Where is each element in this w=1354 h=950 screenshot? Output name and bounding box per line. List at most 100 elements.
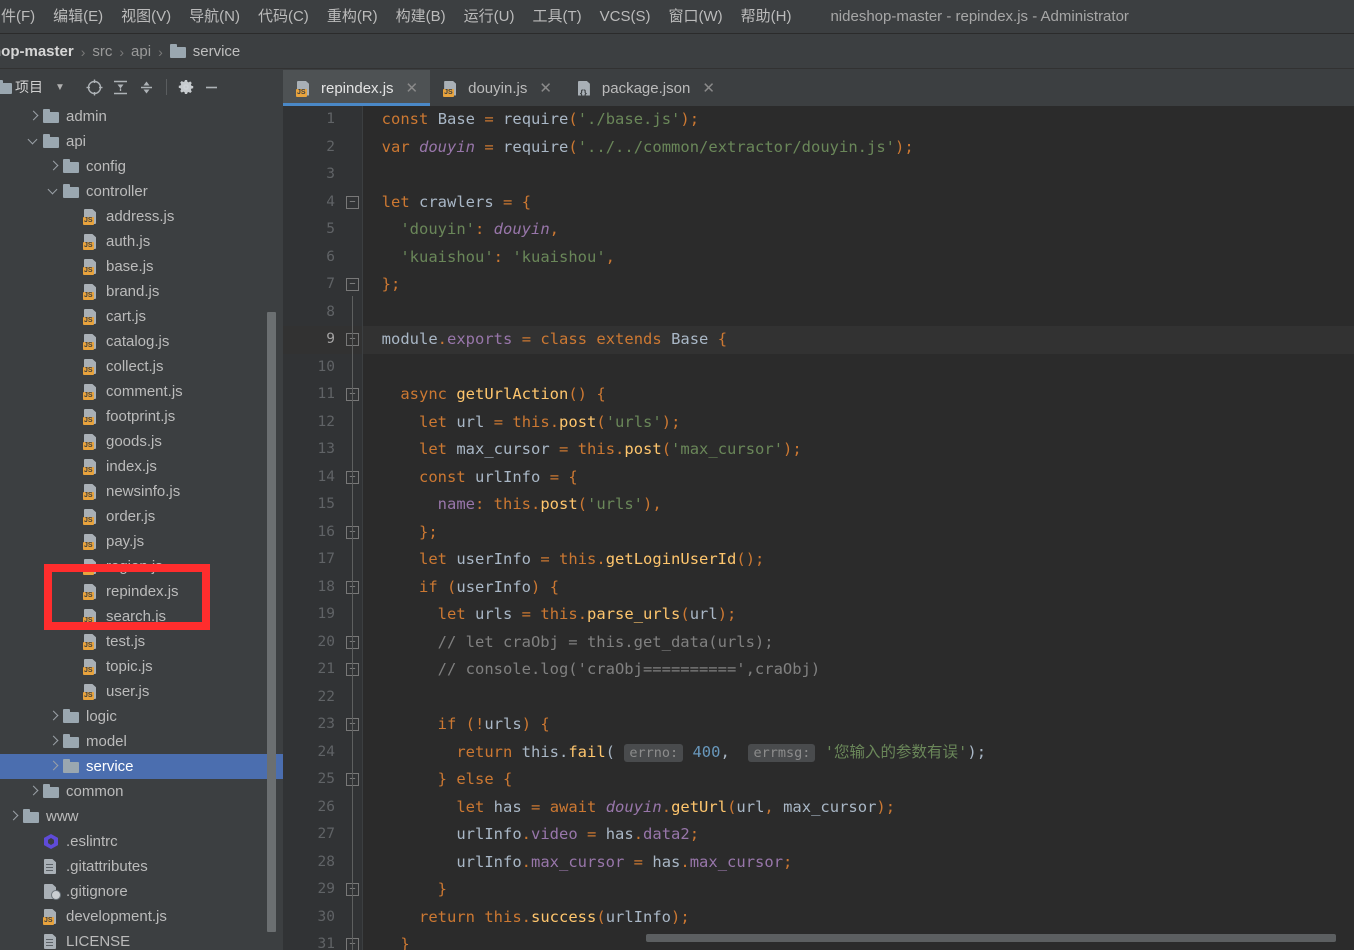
code-line[interactable]: return this.success(urlInfo);	[363, 904, 1354, 932]
tree-item-footprint-js[interactable]: footprint.js	[0, 404, 283, 429]
gutter-line[interactable]: 26	[283, 794, 363, 822]
chevron-right-icon[interactable]	[48, 711, 59, 722]
gutter-line[interactable]: 12	[283, 409, 363, 437]
project-scrollbar-track[interactable]	[266, 208, 277, 950]
tree-item-catalog-js[interactable]: catalog.js	[0, 329, 283, 354]
gutter-line[interactable]: 20−	[283, 629, 363, 657]
tree-item-auth-js[interactable]: auth.js	[0, 229, 283, 254]
breadcrumb-item-api[interactable]: api	[131, 43, 151, 60]
menu-item-run[interactable]: 运行(U)	[455, 0, 524, 34]
collapse-all-icon[interactable]	[135, 75, 159, 99]
code-fold-toggle-icon[interactable]: −	[346, 278, 359, 291]
gutter-line[interactable]: 25−	[283, 766, 363, 794]
breadcrumb-item-service[interactable]: service	[169, 43, 240, 60]
gutter-line[interactable]: 29−	[283, 876, 363, 904]
gutter-line[interactable]: 16−	[283, 519, 363, 547]
breadcrumb-root[interactable]: hop-master	[0, 43, 74, 60]
editor-horizontal-scrollbar[interactable]	[646, 934, 1336, 942]
tree-item-base-js[interactable]: base.js	[0, 254, 283, 279]
tree-item-service[interactable]: service	[0, 754, 283, 779]
code-line[interactable]: let urls = this.parse_urls(url);	[363, 601, 1354, 629]
menu-item-file[interactable]: 件(F)	[0, 0, 44, 34]
close-icon[interactable]: ✕	[406, 79, 419, 97]
gutter-line[interactable]: 23−	[283, 711, 363, 739]
code-line[interactable]: const Base = require('./base.js');	[363, 106, 1354, 134]
gutter-line[interactable]: 5	[283, 216, 363, 244]
chevron-down-icon[interactable]	[48, 186, 59, 197]
project-tree[interactable]: admin api config controller address.js auth.j…	[0, 104, 283, 950]
code-line[interactable]: } else {	[363, 766, 1354, 794]
code-line[interactable]: const urlInfo = {	[363, 464, 1354, 492]
tree-item-api[interactable]: api	[0, 129, 283, 154]
tree-item-controller[interactable]: controller	[0, 179, 283, 204]
menu-item-build[interactable]: 构建(B)	[387, 0, 455, 34]
tree-item-config[interactable]: config	[0, 154, 283, 179]
code-line[interactable]: let crawlers = {	[363, 189, 1354, 217]
tree-item-goods-js[interactable]: goods.js	[0, 429, 283, 454]
tree-item-region-js[interactable]: region.js	[0, 554, 283, 579]
breadcrumb-item-src[interactable]: src	[92, 43, 112, 60]
code-line[interactable]	[363, 354, 1354, 382]
code-line[interactable]: // console.log('craObj==========',craObj…	[363, 656, 1354, 684]
gutter-line[interactable]: 4−	[283, 189, 363, 217]
tree-item-development-js[interactable]: development.js	[0, 904, 283, 929]
menu-item-tools[interactable]: 工具(T)	[523, 0, 590, 34]
tree-item-comment-js[interactable]: comment.js	[0, 379, 283, 404]
tree-item-repindex-js[interactable]: repindex.js	[0, 579, 283, 604]
gutter-line[interactable]: 8	[283, 299, 363, 327]
code-line[interactable]	[363, 299, 1354, 327]
gutter-line[interactable]: 9−	[283, 326, 363, 354]
code-line[interactable]: if (userInfo) {	[363, 574, 1354, 602]
gutter-line[interactable]: 15	[283, 491, 363, 519]
gutter-line[interactable]: 18−	[283, 574, 363, 602]
project-scrollbar-thumb[interactable]	[267, 312, 276, 932]
tree-item-newsinfo-js[interactable]: newsinfo.js	[0, 479, 283, 504]
code-line[interactable]: var douyin = require('../../common/extra…	[363, 134, 1354, 162]
tree-item-cart-js[interactable]: cart.js	[0, 304, 283, 329]
tree-item-topic-js[interactable]: topic.js	[0, 654, 283, 679]
menu-item-code[interactable]: 代码(C)	[249, 0, 318, 34]
code-line[interactable]: urlInfo.max_cursor = has.max_cursor;	[363, 849, 1354, 877]
code-line[interactable]: name: this.post('urls'),	[363, 491, 1354, 519]
code-line[interactable]: };	[363, 271, 1354, 299]
code-editor[interactable]: 1234−567−89−1011−121314−1516−1718−1920−2…	[283, 106, 1354, 950]
gutter-line[interactable]: 19	[283, 601, 363, 629]
gutter-line[interactable]: 11−	[283, 381, 363, 409]
menu-item-refactor[interactable]: 重构(R)	[318, 0, 387, 34]
menu-item-help[interactable]: 帮助(H)	[732, 0, 801, 34]
tree-item-LICENSE[interactable]: LICENSE	[0, 929, 283, 950]
chevron-right-icon[interactable]	[8, 811, 19, 822]
code-line[interactable]: let has = await douyin.getUrl(url, max_c…	[363, 794, 1354, 822]
tree-item-user-js[interactable]: user.js	[0, 679, 283, 704]
chevron-right-icon[interactable]	[48, 161, 59, 172]
menu-item-vcs[interactable]: VCS(S)	[591, 0, 660, 34]
close-icon[interactable]: ✕	[702, 79, 715, 97]
menu-item-window[interactable]: 窗口(W)	[659, 0, 731, 34]
code-line[interactable]: let url = this.post('urls');	[363, 409, 1354, 437]
tab-douyin-js[interactable]: douyin.js ✕	[430, 70, 564, 106]
gutter-line[interactable]: 30	[283, 904, 363, 932]
gutter-line[interactable]: 14−	[283, 464, 363, 492]
code-content[interactable]: const Base = require('./base.js'); var d…	[363, 106, 1354, 950]
code-line[interactable]: };	[363, 519, 1354, 547]
code-line[interactable]: if (!urls) {	[363, 711, 1354, 739]
code-line[interactable]	[363, 161, 1354, 189]
code-line[interactable]	[363, 684, 1354, 712]
tab-repindex-js[interactable]: repindex.js ✕	[283, 70, 431, 106]
tree-item--gitignore[interactable]: .gitignore	[0, 879, 283, 904]
gutter-line[interactable]: 13	[283, 436, 363, 464]
tree-item-logic[interactable]: logic	[0, 704, 283, 729]
gutter-line[interactable]: 31−	[283, 931, 363, 950]
code-line[interactable]: }	[363, 876, 1354, 904]
menu-item-navigate[interactable]: 导航(N)	[180, 0, 249, 34]
code-line[interactable]: let max_cursor = this.post('max_cursor')…	[363, 436, 1354, 464]
code-fold-toggle-icon[interactable]: −	[346, 195, 359, 209]
tree-item-collect-js[interactable]: collect.js	[0, 354, 283, 379]
code-line[interactable]: // let craObj = this.get_data(urls);	[363, 629, 1354, 657]
code-line[interactable]: let userInfo = this.getLoginUserId();	[363, 546, 1354, 574]
code-line[interactable]: return this.fail( errno: 400, errmsg: '您…	[363, 739, 1354, 767]
gutter-line[interactable]: 3	[283, 161, 363, 189]
code-line[interactable]: module.exports = class extends Base {	[363, 326, 1354, 354]
tab-package-json[interactable]: package.json ✕	[564, 70, 727, 106]
tree-item--eslintrc[interactable]: .eslintrc	[0, 829, 283, 854]
